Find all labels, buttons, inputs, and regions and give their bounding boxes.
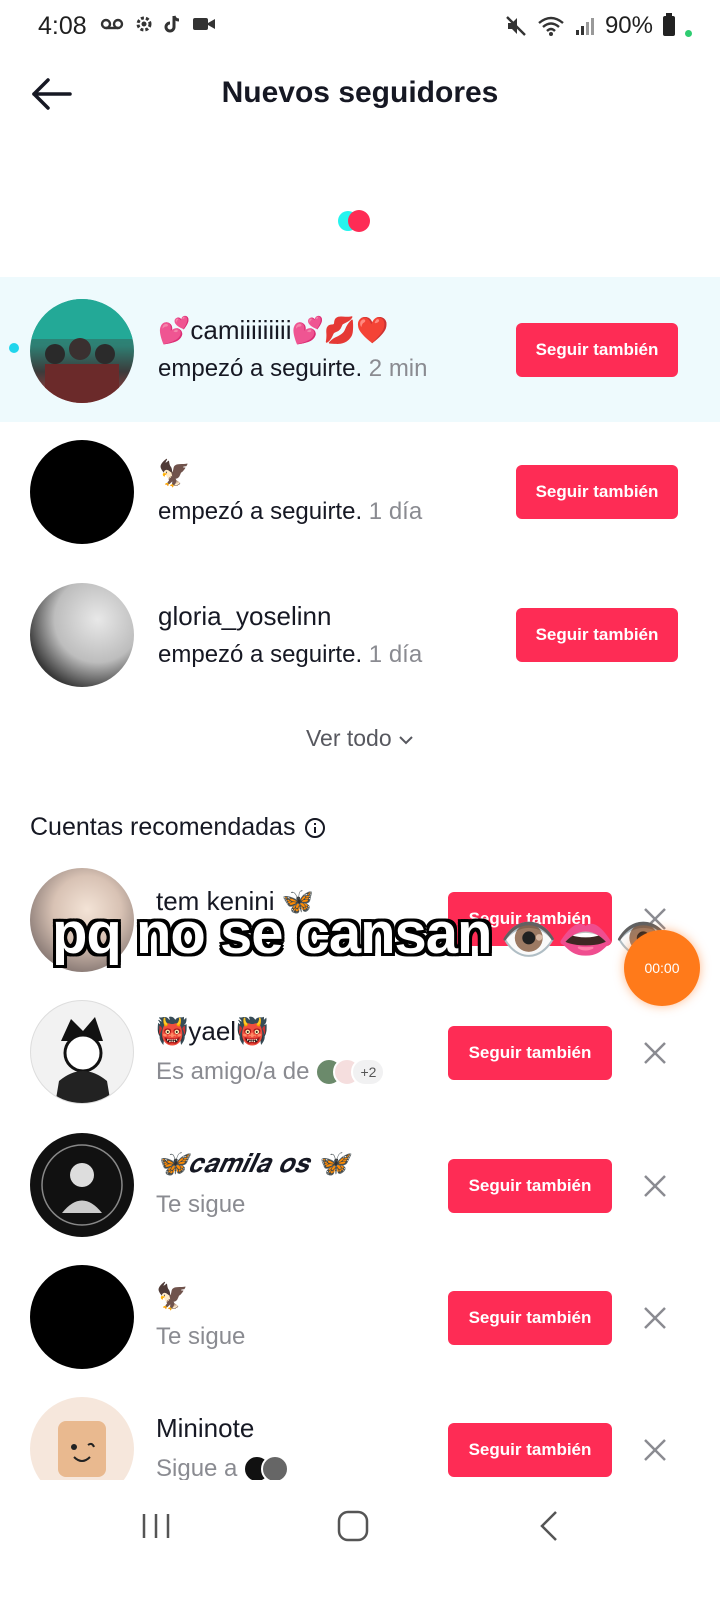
voicemail-icon xyxy=(100,18,124,30)
loading-indicator xyxy=(338,209,374,233)
settings-icon xyxy=(136,16,152,32)
recommended-subtitle: Sigue a xyxy=(156,1455,290,1483)
avatar[interactable] xyxy=(30,1133,134,1237)
follow-back-button[interactable]: Seguir también xyxy=(516,323,678,377)
follower-time: 1 día xyxy=(368,641,423,668)
close-icon[interactable] xyxy=(640,1038,670,1068)
follower-action: empezó a seguirte. xyxy=(158,641,363,668)
mutual-avatars xyxy=(243,1455,290,1483)
recent-apps-icon[interactable] xyxy=(136,1506,176,1546)
recommended-row[interactable]: 🦋𝒄𝒂𝒎𝒊𝒍𝒂 𝒐𝒔 🦋 Te sigue Seguir también xyxy=(0,1123,720,1268)
follow-back-button[interactable]: Seguir también xyxy=(516,608,678,662)
recommended-section-title: Cuentas recomendadas xyxy=(30,813,326,842)
overlay-caption: pq no se cansan xyxy=(52,901,492,966)
system-nav-bar xyxy=(0,1480,720,1600)
wifi-icon xyxy=(538,16,564,36)
signal-icon xyxy=(575,18,594,35)
battery-percent: 90% xyxy=(604,12,653,39)
follow-back-button[interactable]: Seguir también xyxy=(516,465,678,519)
recommended-subtitle: Te sigue xyxy=(156,1323,246,1350)
chevron-down-icon xyxy=(399,736,413,745)
recommended-sub-label: Sigue a xyxy=(156,1455,238,1482)
privacy-indicator-dot xyxy=(685,29,692,37)
recommended-row[interactable]: 👹yael👹 Es amigo/a de +2 Seguir también xyxy=(0,990,720,1135)
follower-name[interactable]: 🦅 xyxy=(158,458,190,489)
follower-row[interactable]: 💕camiiiiiiiii💕💋❤️ empezó a seguirte. 2 m… xyxy=(0,277,720,422)
mutual-avatar-more: +2 xyxy=(351,1058,386,1086)
follow-button[interactable]: Seguir también xyxy=(448,1026,612,1080)
follower-subtitle: empezó a seguirte. 1 día xyxy=(158,498,422,526)
recommended-subtitle: Es amigo/a de +2 xyxy=(156,1058,386,1086)
tiktok-icon xyxy=(164,15,180,33)
mutual-avatars: +2 xyxy=(315,1058,386,1086)
loader-dot-red xyxy=(348,210,370,232)
unread-indicator xyxy=(9,343,19,353)
follow-button[interactable]: Seguir también xyxy=(448,1291,612,1345)
back-nav-icon[interactable] xyxy=(530,1506,570,1546)
video-icon xyxy=(193,18,215,30)
recommended-row[interactable]: 🦅 Te sigue Seguir también xyxy=(0,1255,720,1400)
avatar[interactable] xyxy=(30,440,134,544)
avatar[interactable] xyxy=(30,299,134,403)
close-icon[interactable] xyxy=(640,1303,670,1333)
recommended-sub-label: Es amigo/a de xyxy=(156,1058,310,1085)
follower-time: 1 día xyxy=(368,498,423,525)
page-title: Nuevos seguidores xyxy=(221,76,499,109)
info-icon[interactable] xyxy=(305,817,326,838)
header: Nuevos seguidores xyxy=(0,60,720,132)
status-time: 4:08 xyxy=(38,12,87,40)
status-icons-right: 90% xyxy=(505,12,692,40)
follower-row[interactable]: gloria_yoselinn empezó a seguirte. 1 día… xyxy=(0,565,720,710)
recommended-name[interactable]: 🦅 xyxy=(156,1281,188,1312)
mutual-avatar xyxy=(261,1455,290,1483)
follower-subtitle: empezó a seguirte. 2 min xyxy=(158,355,427,383)
follow-button[interactable]: Seguir también xyxy=(448,1423,612,1477)
recommended-name[interactable]: 👹yael👹 xyxy=(156,1016,268,1047)
follower-name[interactable]: gloria_yoselinn xyxy=(158,601,331,632)
status-icons-left xyxy=(100,14,216,34)
avatar[interactable] xyxy=(30,583,134,687)
recommended-subtitle: Te sigue xyxy=(156,1191,246,1218)
battery-icon xyxy=(663,13,675,36)
see-all-link[interactable]: Ver todo xyxy=(0,725,720,752)
avatar[interactable] xyxy=(30,1000,134,1104)
avatar[interactable] xyxy=(30,1265,134,1369)
close-icon[interactable] xyxy=(640,1171,670,1201)
recommended-name[interactable]: 🦋𝒄𝒂𝒎𝒊𝒍𝒂 𝒐𝒔 🦋 xyxy=(156,1149,349,1180)
record-timer-bubble[interactable]: 00:00 xyxy=(624,930,700,1006)
follower-action: empezó a seguirte. xyxy=(158,498,363,525)
see-all-label: Ver todo xyxy=(305,725,392,751)
recommended-title-label: Cuentas recomendadas xyxy=(30,813,296,841)
status-bar: 4:08 90% xyxy=(0,0,720,52)
follower-name[interactable]: 💕camiiiiiiiii💕💋❤️ xyxy=(158,315,389,346)
follower-action: empezó a seguirte. xyxy=(158,355,363,382)
home-icon[interactable] xyxy=(333,1506,373,1546)
follower-time: 2 min xyxy=(368,355,428,382)
mute-icon xyxy=(506,16,526,36)
follower-row[interactable]: 🦅 empezó a seguirte. 1 día Seguir tambié… xyxy=(0,422,720,567)
close-icon[interactable] xyxy=(640,1435,670,1465)
recommended-name[interactable]: Mininote xyxy=(156,1413,254,1444)
follow-button[interactable]: Seguir también xyxy=(448,1159,612,1213)
follower-subtitle: empezó a seguirte. 1 día xyxy=(158,641,422,669)
